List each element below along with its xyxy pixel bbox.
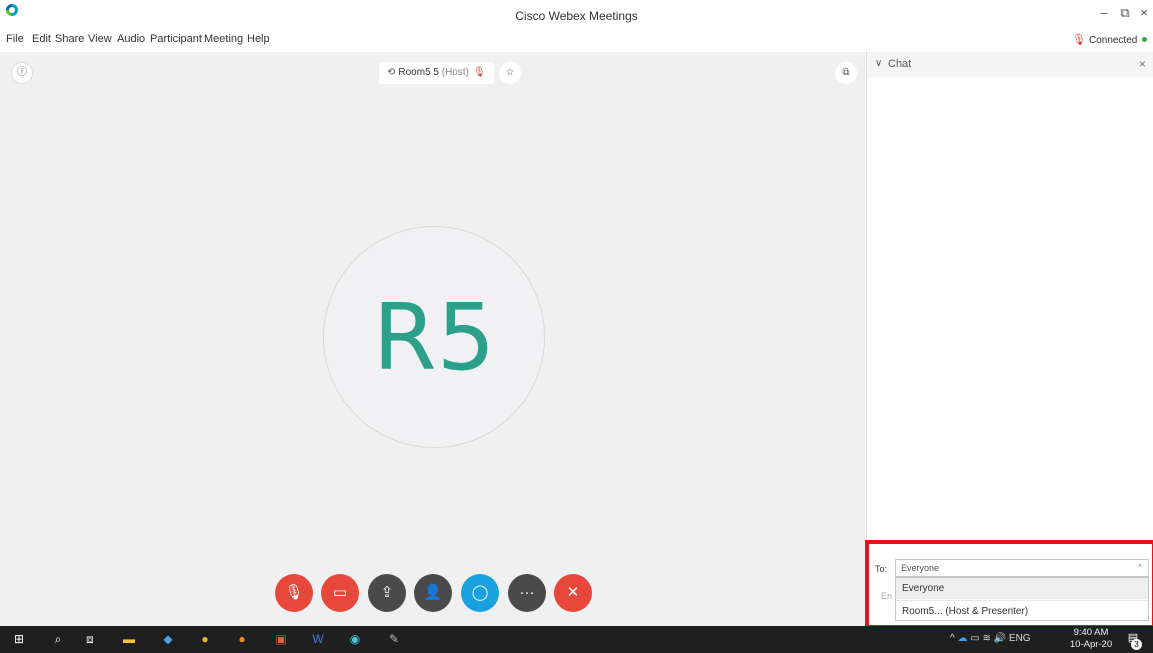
muted-mic-icon: 🎙: [1072, 34, 1086, 46]
webex-icon[interactable]: ◉: [347, 631, 363, 647]
menu-file[interactable]: File: [6, 33, 24, 45]
menu-meeting[interactable]: Meeting: [204, 33, 243, 45]
menu-edit[interactable]: Edit: [32, 33, 51, 45]
chevron-down-icon[interactable]: ∨: [875, 58, 882, 69]
clock-time: 9:40 AM: [1073, 627, 1109, 638]
menu-audio[interactable]: Audio: [117, 33, 145, 45]
option-everyone[interactable]: Everyone: [896, 578, 1148, 599]
more-icon: ···: [519, 584, 535, 601]
language-indicator[interactable]: ENG: [1009, 633, 1031, 644]
room-device-icon: ⟲: [387, 67, 396, 78]
connection-status: 🎙 Connected: [1072, 33, 1148, 46]
close-icon: ✕: [566, 584, 580, 601]
more-options-button[interactable]: ···: [508, 574, 546, 612]
file-explorer-icon[interactable]: ▬: [121, 631, 137, 647]
menu-participant[interactable]: Participant: [150, 33, 202, 45]
muted-mic-icon: 🎙: [284, 584, 304, 601]
close-window-button[interactable]: ×: [1133, 4, 1153, 22]
search-icon[interactable]: ⌕: [50, 631, 66, 647]
chat-header: ∨ Chat ×: [867, 52, 1153, 78]
video-stage: ⓘ ⟲ Room5 5 (Host) 🎙 ☆ ⧉ R5: [0, 52, 865, 626]
menu-share[interactable]: Share: [55, 33, 84, 45]
clock[interactable]: 9:40 AM 10-Apr-20: [1066, 627, 1116, 651]
participants-button[interactable]: 👤: [414, 574, 452, 612]
mute-button[interactable]: 🎙: [275, 574, 313, 612]
xampp-icon[interactable]: ▣: [273, 631, 289, 647]
layout-button[interactable]: ⧉: [835, 62, 857, 84]
onedrive-icon[interactable]: ☁: [957, 633, 967, 644]
task-view-icon[interactable]: ⧈: [82, 631, 98, 647]
leave-button[interactable]: ✕: [554, 574, 592, 612]
chrome-icon[interactable]: ●: [197, 631, 213, 647]
meeting-info-button[interactable]: ⓘ: [11, 62, 33, 84]
minimize-button[interactable]: –: [1093, 4, 1115, 22]
pin-button[interactable]: ☆: [499, 62, 521, 84]
connection-label: Connected: [1088, 35, 1138, 46]
window-title: Cisco Webex Meetings: [515, 9, 638, 23]
share-button[interactable]: ⇪: [368, 574, 406, 612]
close-chat-button[interactable]: ×: [1139, 57, 1146, 71]
participant-avatar: R5: [323, 226, 545, 448]
title-bar: Cisco Webex Meetings – ⧉ ×: [0, 0, 1153, 30]
selected-recipient: Everyone: [901, 563, 940, 573]
active-speaker-label: ⟲ Room5 5 (Host) 🎙: [379, 62, 494, 84]
volume-icon[interactable]: 🔊: [994, 633, 1006, 644]
host-name: Room5 5: [398, 67, 439, 78]
recipient-options: Everyone Room5... (Host & Presenter): [895, 577, 1149, 621]
host-tag: (Host): [441, 67, 469, 78]
chat-button[interactable]: ◯: [461, 574, 499, 612]
taskbar: ⊞ ⌕ ⧈ ▬ ◆ ● ● ▣ W ◉ ✎ ^ ☁ ▭ ≋ 🔊 ENG 9:40…: [0, 626, 1153, 653]
wifi-icon[interactable]: ≋: [983, 633, 991, 644]
video-off-icon: ▭: [332, 584, 348, 601]
firefox-icon[interactable]: ●: [234, 631, 250, 647]
menu-bar: File Edit Share View Audio Participant M…: [0, 30, 860, 48]
battery-icon[interactable]: ▭: [970, 633, 979, 644]
chevron-up-icon[interactable]: ^: [950, 633, 955, 644]
chat-title: Chat: [888, 58, 912, 70]
word-icon[interactable]: W: [310, 631, 326, 647]
menu-view[interactable]: View: [88, 33, 112, 45]
chat-icon: ◯: [471, 584, 489, 601]
paint-icon[interactable]: ✎: [386, 631, 402, 647]
notification-count: 3: [1131, 639, 1142, 650]
option-host-presenter[interactable]: Room5... (Host & Presenter): [896, 600, 1148, 621]
chevron-up-icon: ^: [1138, 563, 1142, 572]
app-icon[interactable]: ◆: [160, 631, 176, 647]
clock-date: 10-Apr-20: [1069, 639, 1113, 650]
participants-icon: 👤: [423, 584, 443, 601]
system-tray: ^ ☁ ▭ ≋ 🔊 ENG: [950, 633, 1031, 644]
menu-help[interactable]: Help: [247, 33, 270, 45]
share-icon: ⇪: [380, 584, 394, 601]
muted-mic-icon: 🎙: [472, 67, 486, 78]
recipient-dropdown[interactable]: Everyone ^: [895, 559, 1149, 577]
to-label: To:: [875, 564, 888, 574]
video-button[interactable]: ▭: [321, 574, 359, 612]
windows-start-icon[interactable]: ⊞: [11, 631, 27, 647]
connected-dot-icon: [1142, 37, 1148, 42]
chat-input[interactable]: En: [881, 591, 892, 601]
